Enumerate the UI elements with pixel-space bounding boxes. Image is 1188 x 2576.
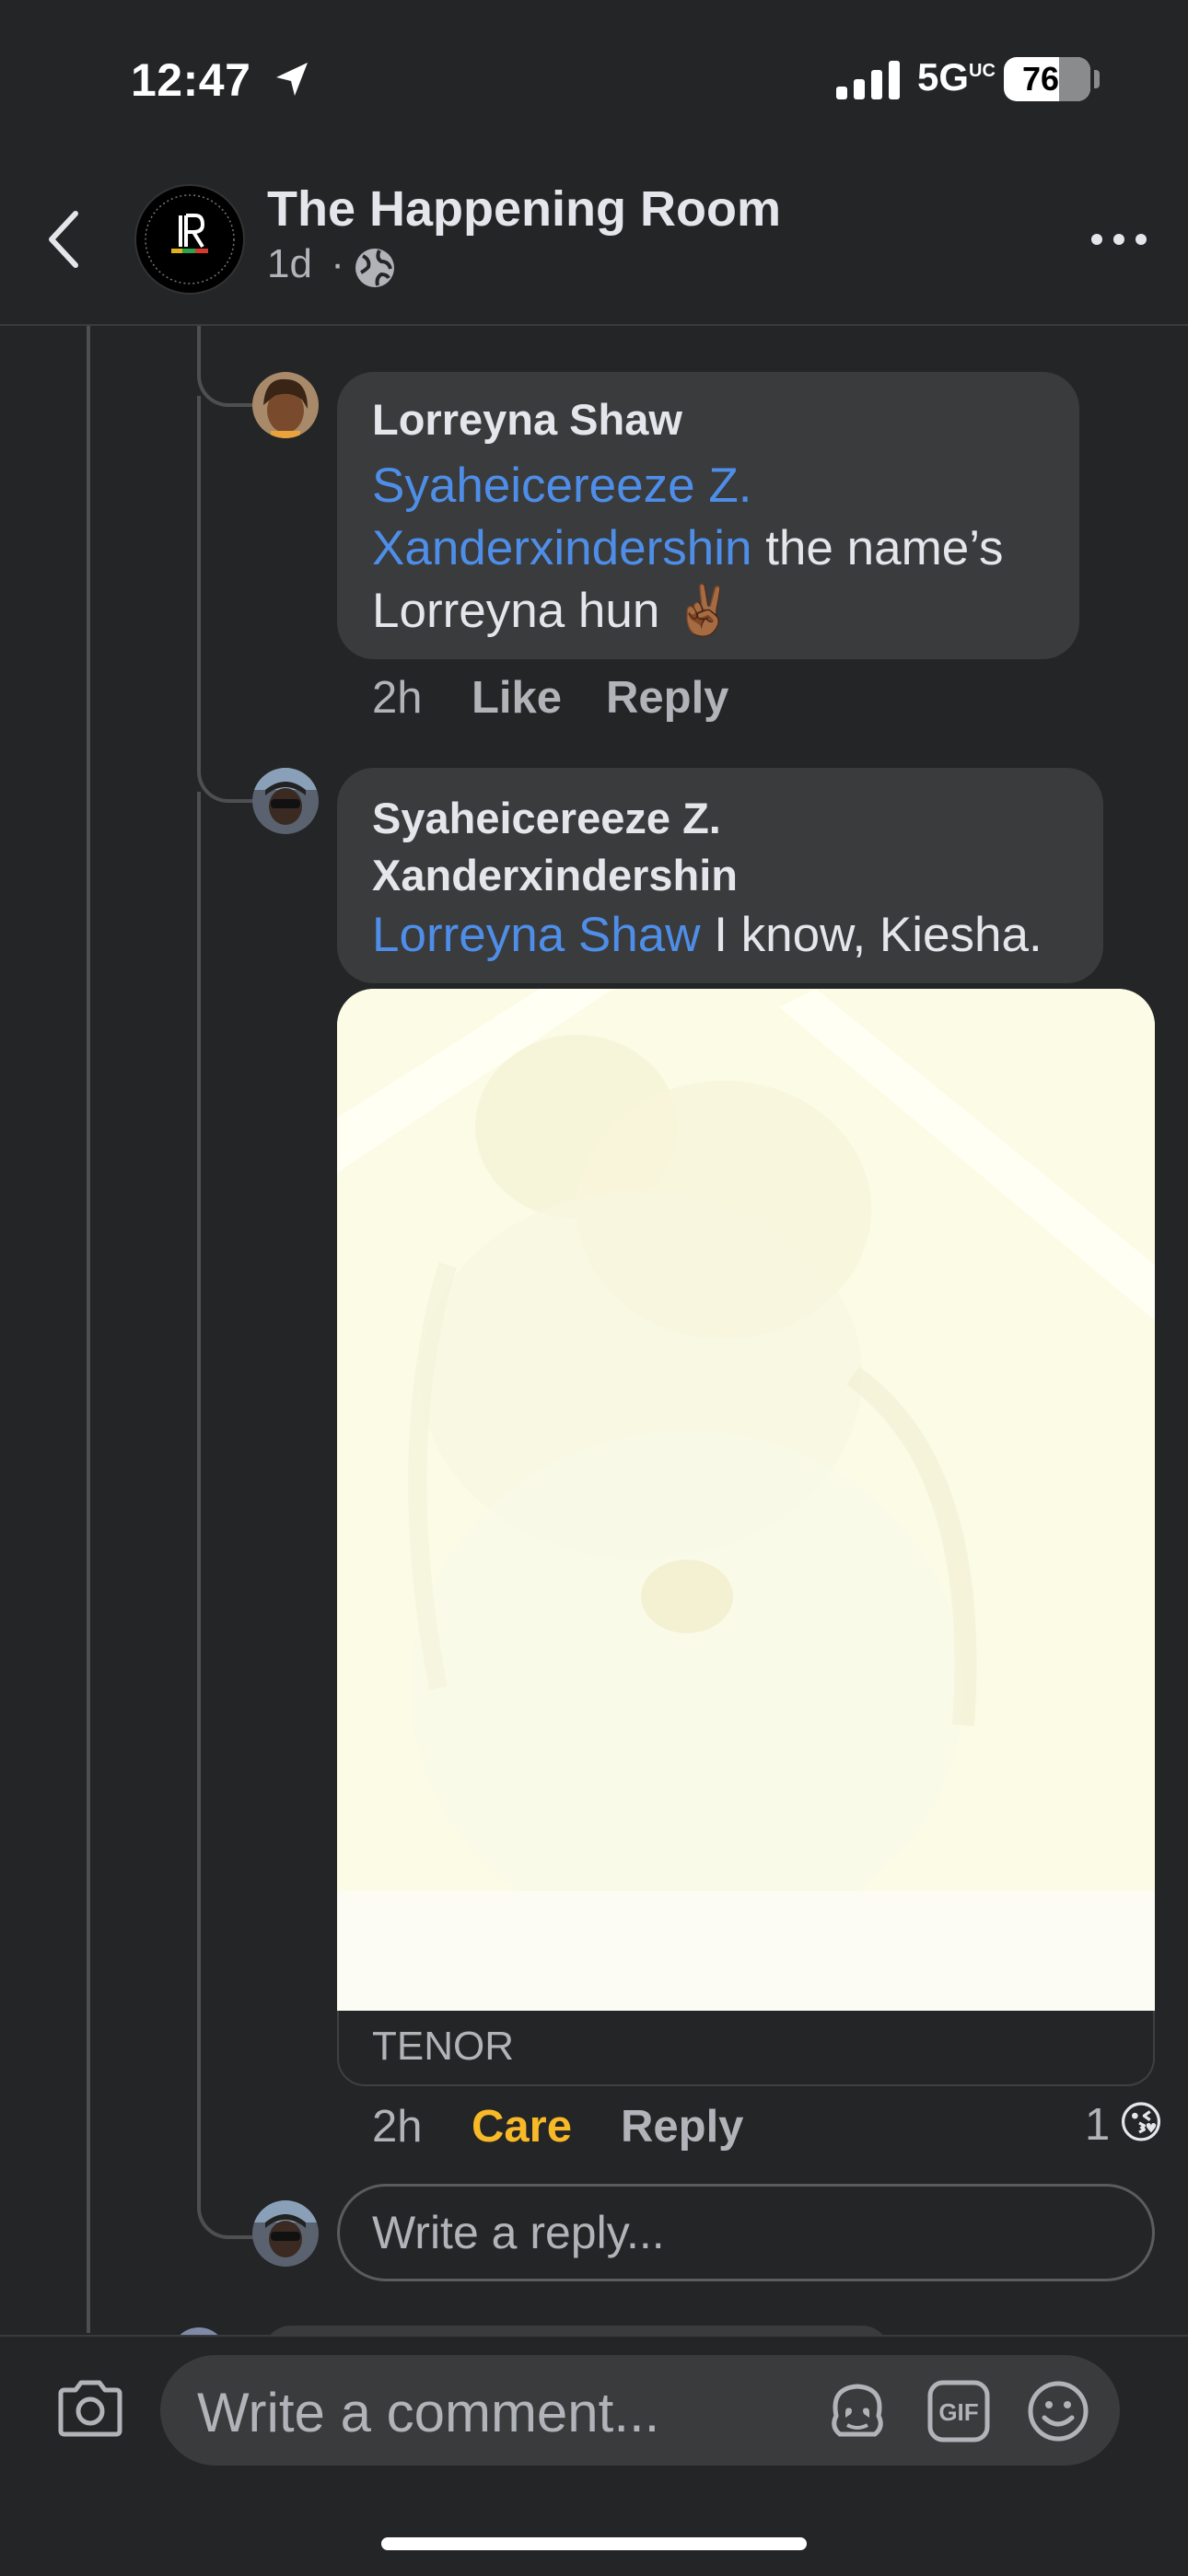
gif-frame xyxy=(337,989,1155,2011)
reply-placeholder: Write a reply... xyxy=(372,2207,665,2258)
gif-label: GIF xyxy=(938,2398,978,2426)
comment-placeholder: Write a comment... xyxy=(197,2382,660,2443)
location-arrow-icon xyxy=(276,63,308,96)
thread-connector-3 xyxy=(197,2184,256,2239)
gif-icon-shape: GIF xyxy=(927,2380,990,2443)
reaction-count[interactable]: 1 xyxy=(1085,2099,1110,2151)
thread-line-inner-3 xyxy=(197,792,201,2210)
like-button[interactable]: Like xyxy=(472,672,562,724)
meta-separator: · xyxy=(331,241,344,286)
reply-button[interactable]: Reply xyxy=(621,2101,743,2152)
group-title[interactable]: The Happening Room xyxy=(267,180,781,238)
reaction-emoji[interactable]: 😘 xyxy=(1118,2097,1164,2149)
camera-icon[interactable] xyxy=(55,2379,125,2438)
comment-text: Syaheicereeze Z. Xanderxindershin the na… xyxy=(372,455,1054,643)
comment-text: Lorreyna Shaw I know, Kiesha. xyxy=(372,904,1100,967)
emoji-icon[interactable] xyxy=(1026,2379,1090,2443)
thread-line-inner-2 xyxy=(197,396,201,764)
avatar[interactable] xyxy=(252,768,319,834)
thread-connector-2 xyxy=(197,759,256,803)
gif-icon[interactable]: GIF xyxy=(926,2379,991,2443)
comment-time: 2h xyxy=(372,2102,423,2152)
comment-body: I know, Kiesha. xyxy=(700,908,1042,962)
avatar[interactable] xyxy=(252,372,319,438)
more-icon[interactable] xyxy=(1087,221,1151,258)
back-chevron-icon[interactable] xyxy=(37,203,92,276)
globe-icon xyxy=(355,249,394,287)
commenter-photo xyxy=(252,768,319,834)
comment-author[interactable]: Syaheicereeze Z. Xanderxindershin xyxy=(372,790,888,904)
reply-button[interactable]: Reply xyxy=(606,672,728,724)
home-indicator xyxy=(381,2537,807,2550)
network-indicator: 5GUC xyxy=(917,55,996,99)
mention-link[interactable]: Lorreyna Shaw xyxy=(372,908,700,962)
mention-link[interactable]: Syaheicereeze Z. Xanderxindershin xyxy=(372,458,751,575)
post-meta: 1d · xyxy=(267,241,344,287)
signal-icon xyxy=(836,61,900,99)
comment-author[interactable]: Lorreyna Shaw xyxy=(372,394,682,445)
post-age: 1d xyxy=(267,241,312,286)
status-time: 12:47 xyxy=(131,54,251,106)
thread-line-inner xyxy=(197,326,201,363)
battery-tip xyxy=(1094,70,1100,88)
gif-source: TENOR xyxy=(372,2024,514,2069)
battery-level: 76 xyxy=(1021,60,1060,98)
gif-image[interactable] xyxy=(337,989,1155,2011)
comment-time: 2h xyxy=(372,673,423,723)
thread-line-outer xyxy=(87,326,90,2333)
care-reaction-button[interactable]: Care xyxy=(472,2101,572,2152)
thread-connector-1 xyxy=(197,363,256,407)
commenter-photo xyxy=(252,372,319,438)
avatar-sticker-icon[interactable] xyxy=(825,2379,890,2443)
avatar xyxy=(252,2200,319,2267)
header-divider xyxy=(0,324,1188,326)
own-avatar-photo xyxy=(252,2200,319,2267)
group-avatar[interactable] xyxy=(134,184,245,295)
group-logo xyxy=(145,194,235,284)
